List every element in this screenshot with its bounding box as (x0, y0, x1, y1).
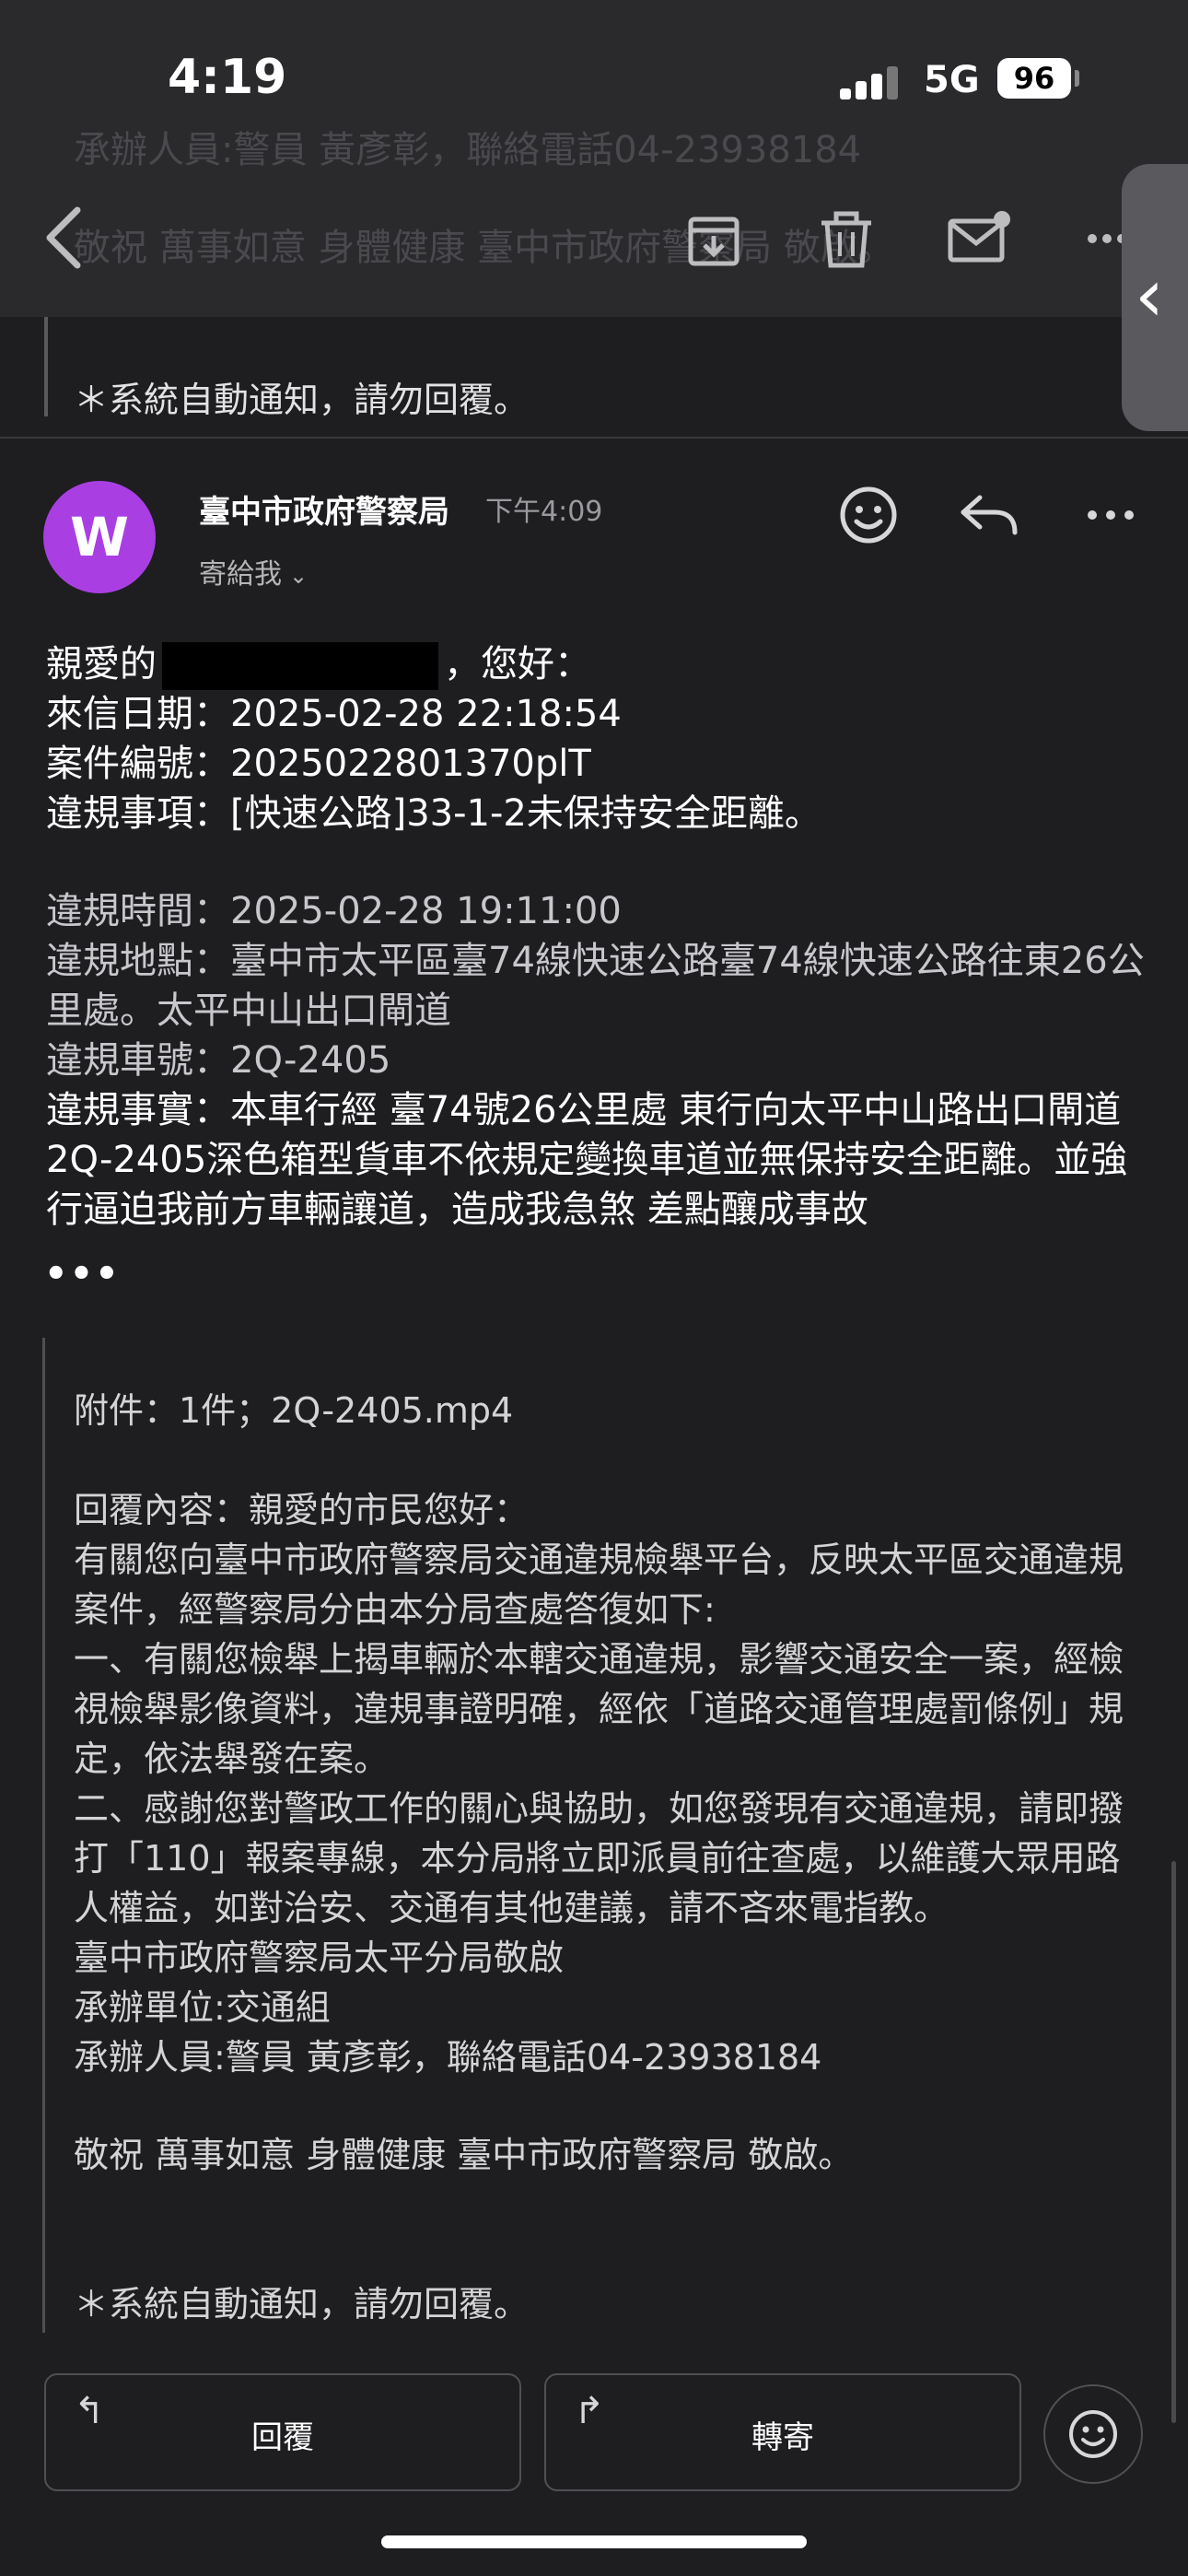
sent-time: 下午4:09 (485, 496, 603, 528)
home-indicator[interactable] (381, 2535, 807, 2548)
scrollbar[interactable] (1171, 1861, 1176, 2423)
trash-icon[interactable] (814, 208, 879, 273)
quote-bar (44, 317, 48, 416)
chevron-down-icon: ⌄ (289, 563, 309, 589)
reply-heading: 回覆內容：親愛的市民您好： (74, 1490, 530, 1530)
forward-button[interactable]: ↱ 轉寄 (544, 2373, 1021, 2491)
chevron-left-icon: ‹ (1135, 252, 1164, 338)
handling-officer: 承辦人員:警員 黃彥彰，聯絡電話04-23938184 (74, 2037, 822, 2078)
show-trimmed-button[interactable]: ••• (44, 1253, 121, 1295)
sender-name[interactable]: 臺中市政府警察局 (199, 486, 449, 532)
detail-place: 違規地點：臺中市太平區臺74線快速公路臺74線快速公路往東26公里處。太平中山出… (46, 940, 1145, 1032)
greeting-suffix: ，您好： (444, 643, 591, 685)
message-divider (0, 437, 1188, 439)
side-panel-handle[interactable]: ‹ (1122, 164, 1188, 431)
avatar[interactable]: W (43, 481, 156, 593)
emoji-react-icon[interactable] (836, 483, 901, 547)
reply-label: 回覆 (251, 2419, 314, 2456)
status-time: 4:19 (168, 50, 287, 105)
signal-icon (840, 66, 899, 100)
detail-time: 違規時間：2025-02-28 19:11:00 (46, 890, 622, 932)
reply-paragraph: 二、感謝您對警政工作的關心與協助，如您發現有交通違規，請即撥打「110」報案專線… (74, 1788, 1124, 1928)
emoji-react-button[interactable] (1043, 2384, 1143, 2484)
chevron-left-icon[interactable] (37, 201, 92, 275)
emoji-icon (1069, 2410, 1117, 2458)
greeting-line: 親愛的 ，您好： (46, 639, 1151, 690)
more-horizontal-icon[interactable] (1087, 503, 1135, 527)
date-line: 來信日期：2025-02-28 22:18:54 (46, 693, 622, 735)
recipient-toggle[interactable]: 寄給我 ⌄ (199, 551, 308, 591)
handling-unit: 承辦單位:交通組 (74, 1987, 331, 2028)
attachment-line: 附件：1件；2Q-2405.mp4 (74, 1390, 514, 1431)
reply-paragraph: 一、有關您檢舉上揭車輛於本轄交通違規，影響交通安全一案，經檢視檢舉影像資料，違規… (74, 1639, 1124, 1779)
reply-icon[interactable] (958, 490, 1022, 542)
signoff-org: 臺中市政府警察局太平分局敬啟 (74, 1938, 565, 1978)
case-line: 案件編號：2025022801370plT (46, 743, 591, 785)
quoted-footer: ＊系統自動通知，請勿回覆。 (74, 2284, 530, 2324)
violation-line: 違規事項：[快速公路]33-1-2未保持安全距離。 (46, 792, 821, 835)
archive-icon[interactable] (681, 208, 746, 273)
top-bar: 承辦人員:警員 黃彥彰，聯絡電話04-23938184 敬祝 萬事如意 身體健康… (0, 0, 1188, 317)
more-horizontal-icon[interactable] (1087, 225, 1126, 252)
regards-line: 敬祝 萬事如意 身體健康 臺中市政府警察局 敬啟。 (74, 2135, 854, 2175)
ghost-text: 承辦人員:警員 黃彥彰，聯絡電話04-23938184 (74, 129, 862, 171)
mail-unread-icon[interactable] (945, 208, 1015, 273)
detail-fact: 違規事實：本車行經 臺74號26公里處 東行向太平中山路出口閘道2Q-2405深… (46, 1089, 1128, 1231)
forward-label: 轉寄 (751, 2419, 814, 2456)
greeting-prefix: 親愛的 (46, 643, 157, 685)
quote-bar (42, 1338, 45, 2333)
ghost-text: 敬祝 萬事如意 身體健康 臺中市政府警察局 敬啟。 (74, 227, 894, 269)
reply-paragraph: 有關您向臺中市政府警察局交通違規檢舉平台，反映太平區交通違規案件，經警察局分由本… (74, 1540, 1124, 1630)
battery-tip (1075, 70, 1079, 87)
battery-icon: 96 (997, 58, 1071, 99)
detail-plate: 違規車號：2Q-2405 (46, 1039, 391, 1082)
redacted-name (162, 642, 438, 690)
recipient-label: 寄給我 (199, 558, 282, 591)
reply-button[interactable]: ↰ 回覆 (44, 2373, 521, 2491)
previous-footer: ＊系統自動通知，請勿回覆。 (74, 380, 530, 420)
network-label: 5G (924, 59, 980, 101)
